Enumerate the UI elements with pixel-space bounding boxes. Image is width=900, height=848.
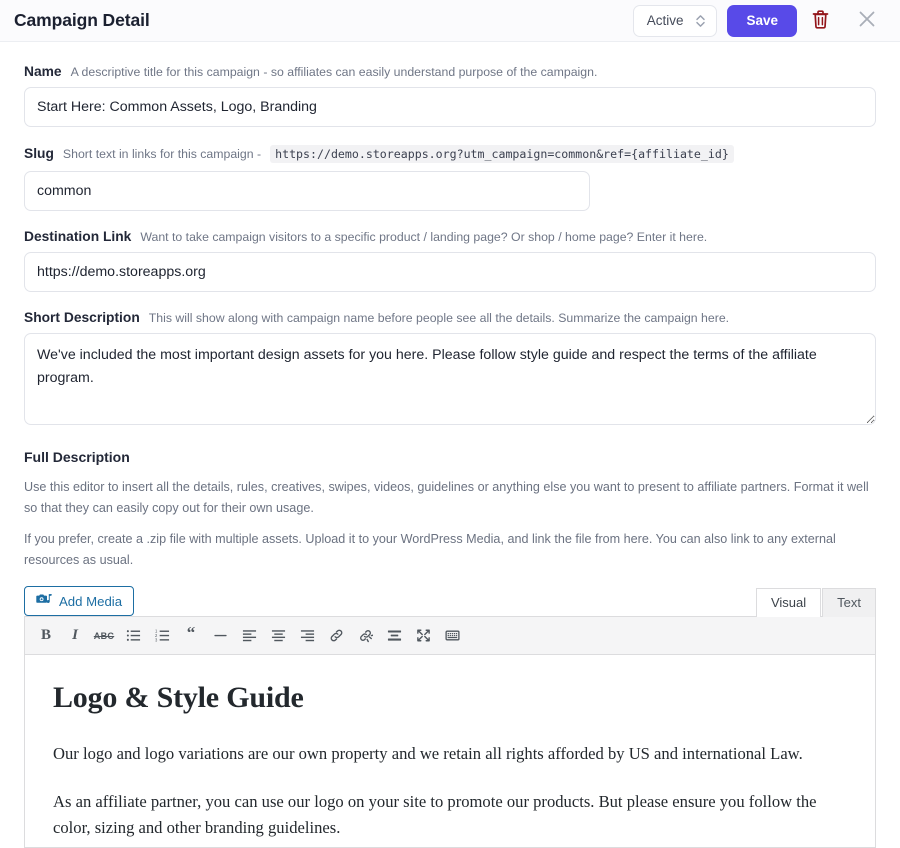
page-title: Campaign Detail <box>14 10 150 30</box>
field-name-label: Name <box>24 64 62 79</box>
field-name: Name A descriptive title for this campai… <box>24 64 876 127</box>
field-destination-label: Destination Link <box>24 229 132 244</box>
align-left-icon[interactable] <box>236 624 262 648</box>
horizontal-rule-icon[interactable] <box>207 624 233 648</box>
toolbar-toggle-icon[interactable] <box>439 624 465 648</box>
insert-link-icon[interactable] <box>323 624 349 648</box>
add-media-icon <box>36 592 52 611</box>
campaign-form: Name A descriptive title for this campai… <box>0 42 900 848</box>
tab-visual[interactable]: Visual <box>755 588 822 618</box>
field-slug-header: Slug Short text in links for this campai… <box>24 145 876 163</box>
editor-paragraph-1: Our logo and logo variations are our own… <box>53 744 803 764</box>
destination-link-input[interactable] <box>24 252 876 292</box>
strikethrough-icon[interactable]: ABC <box>91 624 117 648</box>
field-name-header: Name A descriptive title for this campai… <box>24 64 876 79</box>
editor-toolbar: B I ABC 1 2 3 “ <box>25 617 875 656</box>
bold-icon[interactable]: B <box>33 624 59 648</box>
field-short-description: Short Description This will show along w… <box>24 310 876 425</box>
numbered-list-icon[interactable]: 1 2 3 <box>149 624 175 648</box>
full-description-help-1: Use this editor to insert all the detail… <box>24 480 869 515</box>
field-slug-label: Slug <box>24 146 54 161</box>
add-media-label: Add Media <box>59 593 123 609</box>
field-destination-hint: Want to take campaign visitors to a spec… <box>140 230 708 244</box>
bulleted-list-icon[interactable] <box>120 624 146 648</box>
header-actions: Active Save <box>632 4 882 37</box>
field-short-description-header: Short Description This will show along w… <box>24 310 876 325</box>
editor-paragraph-2: As an affiliate partner, you can use our… <box>53 791 817 837</box>
field-slug-hint: Short text in links for this campaign - <box>62 147 262 161</box>
field-slug: Slug Short text in links for this campai… <box>24 145 876 211</box>
status-select-value: Active <box>646 13 684 28</box>
fullscreen-icon[interactable] <box>410 624 436 648</box>
svg-text:3: 3 <box>155 637 158 642</box>
align-right-icon[interactable] <box>294 624 320 648</box>
delete-campaign-button[interactable] <box>807 9 834 33</box>
close-icon <box>856 8 878 33</box>
field-destination-link: Destination Link Want to take campaign v… <box>24 229 876 292</box>
short-description-textarea[interactable]: We've included the most important design… <box>24 333 876 425</box>
field-short-description-hint: This will show along with campaign name … <box>148 311 730 325</box>
add-media-button[interactable]: Add Media <box>24 586 135 617</box>
blockquote-icon[interactable]: “ <box>178 624 204 648</box>
field-short-description-label: Short Description <box>24 310 140 325</box>
name-input[interactable] <box>24 87 876 127</box>
save-button[interactable]: Save <box>727 4 797 37</box>
slug-preview-url: https://demo.storeapps.org?utm_campaign=… <box>270 145 734 163</box>
rich-text-editor: B I ABC 1 2 3 “ Logo & Style Guide Our l… <box>24 616 876 848</box>
align-center-icon[interactable] <box>265 624 291 648</box>
read-more-icon[interactable] <box>381 624 407 648</box>
campaign-status-select[interactable]: Active <box>632 4 718 37</box>
editor-content-area[interactable]: Logo & Style Guide Our logo and logo var… <box>25 655 875 847</box>
full-description-help-2: If you prefer, create a .zip file with m… <box>24 532 836 567</box>
full-description-title: Full Description <box>24 449 130 465</box>
editor-mode-tabs: Visual Text <box>755 587 876 618</box>
page-header: Campaign Detail Active Save <box>0 0 900 42</box>
field-name-hint: A descriptive title for this campaign - … <box>70 65 598 79</box>
chevron-up-down-icon <box>695 13 706 29</box>
editor-top-bar: Add Media Visual Text <box>24 586 876 618</box>
field-destination-header: Destination Link Want to take campaign v… <box>24 229 876 244</box>
remove-link-icon[interactable] <box>352 624 378 648</box>
slug-input[interactable] <box>24 171 590 211</box>
trash-icon <box>811 9 830 33</box>
close-panel-button[interactable] <box>844 8 882 33</box>
tab-text[interactable]: Text <box>822 588 876 618</box>
italic-icon[interactable]: I <box>62 624 88 648</box>
editor-heading: Logo & Style Guide <box>53 681 304 715</box>
